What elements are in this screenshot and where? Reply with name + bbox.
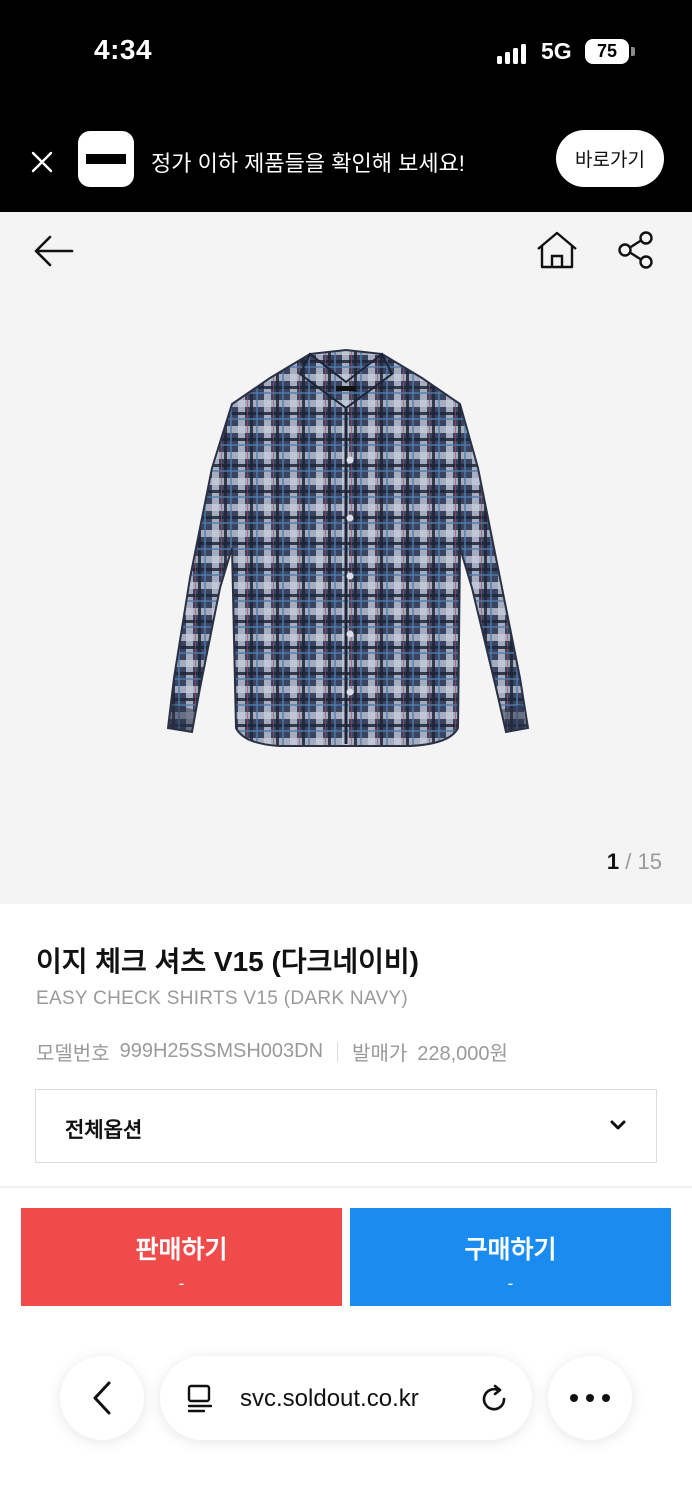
gallery-current: 1 — [606, 849, 620, 874]
product-subtitle: EASY CHECK SHIRTS V15 (DARK NAVY) — [36, 988, 409, 1009]
buy-button[interactable]: 구매하기 - — [350, 1208, 671, 1306]
chevron-down-icon — [610, 1120, 626, 1130]
product-gallery[interactable]: 1 / 15 — [0, 212, 692, 904]
status-bar: 4:34 5G 75 — [0, 0, 692, 110]
home-icon[interactable] — [534, 230, 580, 270]
buy-button-price: - — [507, 1274, 514, 1293]
option-select[interactable]: 전체옵션 — [35, 1089, 657, 1163]
close-icon[interactable] — [28, 148, 56, 176]
section-divider — [0, 1186, 692, 1188]
product-title: 이지 체크 셔츠 V15 (다크네이비) — [36, 946, 419, 977]
banner-go-button[interactable]: 바로가기 — [556, 130, 664, 187]
meta-divider — [337, 1041, 339, 1062]
arrow-left-icon[interactable] — [32, 232, 76, 270]
product-shirt-image — [166, 348, 530, 747]
model-number-label: 모델번호 — [36, 1043, 110, 1065]
gallery-total: 15 — [637, 849, 662, 874]
app-logo-icon — [78, 131, 134, 187]
gallery-counter: 1 / 15 — [607, 849, 662, 875]
promo-banner: 정가 이하 제품들을 확인해 보세요! 바로가기 — [0, 110, 692, 212]
buy-button-label: 구매하기 — [464, 1236, 557, 1264]
battery-icon: 75 — [585, 39, 629, 64]
release-price-value: 228,000원 — [417, 1043, 508, 1065]
sell-button-price: - — [178, 1274, 185, 1293]
model-number-value: 999H25SSMSH003DN — [119, 1040, 324, 1062]
option-select-label: 전체옵션 — [65, 1119, 143, 1142]
release-price-label: 발매가 — [352, 1043, 408, 1065]
more-button[interactable] — [548, 1356, 632, 1440]
share-icon[interactable] — [616, 230, 656, 270]
banner-message: 정가 이하 제품들을 확인해 보세요! — [151, 151, 465, 176]
battery-cap — [631, 47, 635, 56]
sell-button-label: 판매하기 — [135, 1236, 228, 1264]
more-icon — [570, 1394, 610, 1402]
network-type: 5G — [541, 38, 572, 64]
status-time: 4:34 — [94, 34, 153, 65]
browser-toolbar: svc.soldout.co.kr — [0, 1330, 692, 1500]
chevron-left-icon — [93, 1381, 111, 1415]
sell-button[interactable]: 판매하기 - — [21, 1208, 342, 1306]
reload-icon[interactable] — [480, 1382, 510, 1414]
signal-icon — [497, 42, 529, 64]
gallery-separator: / — [625, 849, 632, 874]
address-bar[interactable]: svc.soldout.co.kr — [160, 1356, 532, 1440]
url-text[interactable]: svc.soldout.co.kr — [240, 1385, 419, 1413]
reader-icon[interactable] — [184, 1382, 216, 1414]
product-meta: 모델번호 999H25SSMSH003DN 발매가 228,000원 — [36, 1037, 508, 1066]
browser-back-button[interactable] — [60, 1356, 144, 1440]
